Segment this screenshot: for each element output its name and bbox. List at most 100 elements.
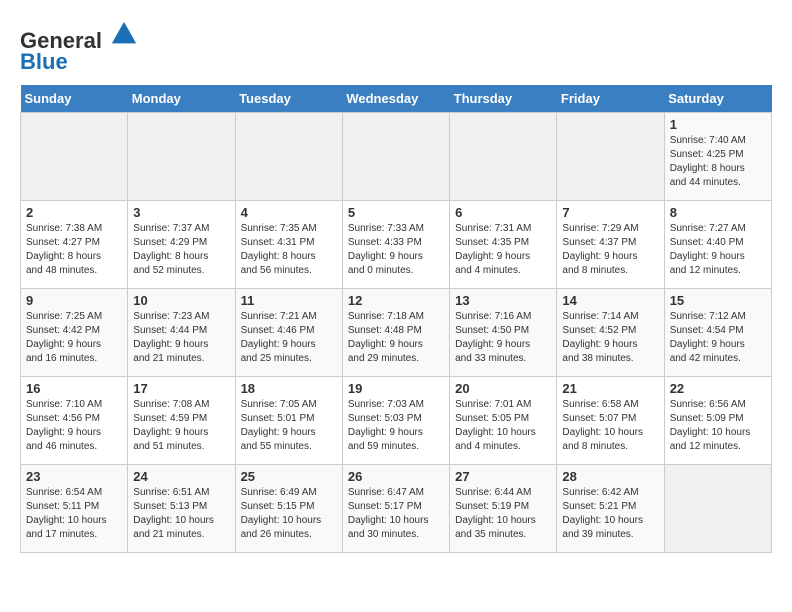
day-number: 24 <box>133 469 229 484</box>
day-info: Sunrise: 6:49 AM Sunset: 5:15 PM Dayligh… <box>241 486 337 542</box>
calendar-table: SundayMondayTuesdayWednesdayThursdayFrid… <box>20 85 772 553</box>
calendar-cell: 24 Sunrise: 6:51 AM Sunset: 5:13 PM Dayli… <box>128 465 235 553</box>
day-info: Sunrise: 7:14 AM Sunset: 4:52 PM Dayligh… <box>562 310 658 366</box>
day-number: 3 <box>133 205 229 220</box>
day-number: 8 <box>670 205 766 220</box>
day-info: Sunrise: 7:16 AM Sunset: 4:50 PM Dayligh… <box>455 310 551 366</box>
calendar-cell: 2 Sunrise: 7:38 AM Sunset: 4:27 PM Daylig… <box>21 201 128 289</box>
column-header-saturday: Saturday <box>664 85 771 113</box>
day-info: Sunrise: 6:42 AM Sunset: 5:21 PM Dayligh… <box>562 486 658 542</box>
calendar-cell: 14 Sunrise: 7:14 AM Sunset: 4:52 PM Dayli… <box>557 289 664 377</box>
day-number: 21 <box>562 381 658 396</box>
calendar-cell <box>342 113 449 201</box>
calendar-cell <box>557 113 664 201</box>
day-info: Sunrise: 7:23 AM Sunset: 4:44 PM Dayligh… <box>133 310 229 366</box>
day-info: Sunrise: 6:47 AM Sunset: 5:17 PM Dayligh… <box>348 486 444 542</box>
day-number: 14 <box>562 293 658 308</box>
day-info: Sunrise: 6:44 AM Sunset: 5:19 PM Dayligh… <box>455 486 551 542</box>
day-number: 10 <box>133 293 229 308</box>
day-number: 17 <box>133 381 229 396</box>
calendar-cell: 6 Sunrise: 7:31 AM Sunset: 4:35 PM Daylig… <box>450 201 557 289</box>
day-number: 19 <box>348 381 444 396</box>
calendar-cell <box>128 113 235 201</box>
day-info: Sunrise: 7:38 AM Sunset: 4:27 PM Dayligh… <box>26 222 122 278</box>
calendar-cell <box>235 113 342 201</box>
day-info: Sunrise: 7:10 AM Sunset: 4:56 PM Dayligh… <box>26 398 122 454</box>
day-info: Sunrise: 7:18 AM Sunset: 4:48 PM Dayligh… <box>348 310 444 366</box>
column-header-friday: Friday <box>557 85 664 113</box>
calendar-cell: 4 Sunrise: 7:35 AM Sunset: 4:31 PM Daylig… <box>235 201 342 289</box>
day-info: Sunrise: 7:35 AM Sunset: 4:31 PM Dayligh… <box>241 222 337 278</box>
calendar-cell: 9 Sunrise: 7:25 AM Sunset: 4:42 PM Daylig… <box>21 289 128 377</box>
calendar-cell <box>450 113 557 201</box>
day-info: Sunrise: 7:33 AM Sunset: 4:33 PM Dayligh… <box>348 222 444 278</box>
calendar-cell <box>664 465 771 553</box>
calendar-cell: 16 Sunrise: 7:10 AM Sunset: 4:56 PM Dayli… <box>21 377 128 465</box>
day-number: 27 <box>455 469 551 484</box>
column-header-monday: Monday <box>128 85 235 113</box>
day-info: Sunrise: 7:31 AM Sunset: 4:35 PM Dayligh… <box>455 222 551 278</box>
day-info: Sunrise: 6:51 AM Sunset: 5:13 PM Dayligh… <box>133 486 229 542</box>
calendar-cell: 7 Sunrise: 7:29 AM Sunset: 4:37 PM Daylig… <box>557 201 664 289</box>
calendar-cell: 3 Sunrise: 7:37 AM Sunset: 4:29 PM Daylig… <box>128 201 235 289</box>
day-number: 1 <box>670 117 766 132</box>
day-info: Sunrise: 6:54 AM Sunset: 5:11 PM Dayligh… <box>26 486 122 542</box>
day-number: 12 <box>348 293 444 308</box>
logo: General Blue <box>20 20 138 75</box>
column-header-tuesday: Tuesday <box>235 85 342 113</box>
column-header-sunday: Sunday <box>21 85 128 113</box>
day-info: Sunrise: 6:56 AM Sunset: 5:09 PM Dayligh… <box>670 398 766 454</box>
day-info: Sunrise: 7:08 AM Sunset: 4:59 PM Dayligh… <box>133 398 229 454</box>
day-number: 25 <box>241 469 337 484</box>
day-number: 13 <box>455 293 551 308</box>
day-number: 7 <box>562 205 658 220</box>
calendar-cell: 27 Sunrise: 6:44 AM Sunset: 5:19 PM Dayli… <box>450 465 557 553</box>
calendar-cell: 15 Sunrise: 7:12 AM Sunset: 4:54 PM Dayli… <box>664 289 771 377</box>
calendar-cell: 10 Sunrise: 7:23 AM Sunset: 4:44 PM Dayli… <box>128 289 235 377</box>
day-number: 6 <box>455 205 551 220</box>
day-info: Sunrise: 7:05 AM Sunset: 5:01 PM Dayligh… <box>241 398 337 454</box>
calendar-cell: 13 Sunrise: 7:16 AM Sunset: 4:50 PM Dayli… <box>450 289 557 377</box>
day-number: 18 <box>241 381 337 396</box>
day-info: Sunrise: 6:58 AM Sunset: 5:07 PM Dayligh… <box>562 398 658 454</box>
calendar-cell: 12 Sunrise: 7:18 AM Sunset: 4:48 PM Dayli… <box>342 289 449 377</box>
day-number: 11 <box>241 293 337 308</box>
day-info: Sunrise: 7:12 AM Sunset: 4:54 PM Dayligh… <box>670 310 766 366</box>
calendar-cell: 22 Sunrise: 6:56 AM Sunset: 5:09 PM Dayli… <box>664 377 771 465</box>
calendar-cell: 21 Sunrise: 6:58 AM Sunset: 5:07 PM Dayli… <box>557 377 664 465</box>
page-header: General Blue <box>20 20 772 75</box>
calendar-cell: 20 Sunrise: 7:01 AM Sunset: 5:05 PM Dayli… <box>450 377 557 465</box>
day-number: 28 <box>562 469 658 484</box>
day-number: 4 <box>241 205 337 220</box>
day-number: 16 <box>26 381 122 396</box>
day-number: 9 <box>26 293 122 308</box>
calendar-cell: 5 Sunrise: 7:33 AM Sunset: 4:33 PM Daylig… <box>342 201 449 289</box>
day-number: 5 <box>348 205 444 220</box>
day-number: 20 <box>455 381 551 396</box>
day-number: 15 <box>670 293 766 308</box>
calendar-cell: 25 Sunrise: 6:49 AM Sunset: 5:15 PM Dayli… <box>235 465 342 553</box>
calendar-cell <box>21 113 128 201</box>
day-info: Sunrise: 7:03 AM Sunset: 5:03 PM Dayligh… <box>348 398 444 454</box>
calendar-cell: 28 Sunrise: 6:42 AM Sunset: 5:21 PM Dayli… <box>557 465 664 553</box>
logo-icon <box>110 20 138 48</box>
calendar-cell: 19 Sunrise: 7:03 AM Sunset: 5:03 PM Dayli… <box>342 377 449 465</box>
day-info: Sunrise: 7:27 AM Sunset: 4:40 PM Dayligh… <box>670 222 766 278</box>
calendar-cell: 11Sunrise: 7:21 AM Sunset: 4:46 PM Dayli… <box>235 289 342 377</box>
day-number: 22 <box>670 381 766 396</box>
day-info: Sunrise: 7:01 AM Sunset: 5:05 PM Dayligh… <box>455 398 551 454</box>
day-number: 26 <box>348 469 444 484</box>
day-number: 23 <box>26 469 122 484</box>
day-number: 2 <box>26 205 122 220</box>
day-info: Sunrise: 7:29 AM Sunset: 4:37 PM Dayligh… <box>562 222 658 278</box>
calendar-cell: 17 Sunrise: 7:08 AM Sunset: 4:59 PM Dayli… <box>128 377 235 465</box>
calendar-cell: 1 Sunrise: 7:40 AM Sunset: 4:25 PM Daylig… <box>664 113 771 201</box>
day-info: Sunrise: 7:25 AM Sunset: 4:42 PM Dayligh… <box>26 310 122 366</box>
calendar-cell: 8 Sunrise: 7:27 AM Sunset: 4:40 PM Daylig… <box>664 201 771 289</box>
day-info: Sunrise: 7:40 AM Sunset: 4:25 PM Dayligh… <box>670 134 766 190</box>
day-info: Sunrise: 7:37 AM Sunset: 4:29 PM Dayligh… <box>133 222 229 278</box>
calendar-cell: 23 Sunrise: 6:54 AM Sunset: 5:11 PM Dayli… <box>21 465 128 553</box>
calendar-cell: 26 Sunrise: 6:47 AM Sunset: 5:17 PM Dayli… <box>342 465 449 553</box>
column-header-wednesday: Wednesday <box>342 85 449 113</box>
calendar-cell: 18 Sunrise: 7:05 AM Sunset: 5:01 PM Dayli… <box>235 377 342 465</box>
